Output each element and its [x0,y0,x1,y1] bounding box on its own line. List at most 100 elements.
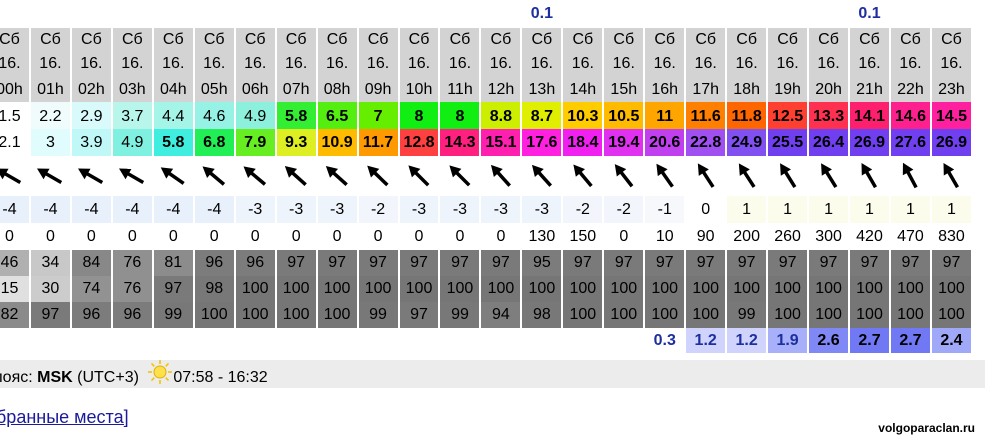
day-cell: Сб [358,28,398,52]
radiation-cell: 0 [168,227,178,245]
hour-cell: 06h [235,76,275,102]
date-cell: 16. [440,52,480,76]
wind-arrow-icon [37,168,63,185]
wind-direction-cell [31,156,70,196]
wind-direction-cell [113,156,152,196]
temperature-cell: 2.9 [71,102,111,129]
radiation-cell: 0 [414,227,424,245]
day-cell: Сб [235,28,275,52]
temperature-low-cell: 1 [809,196,849,223]
favorites-link[interactable]: бранные места] [0,407,129,428]
timezone-bar: пояс: MSK (UTC+3) 07:58 - 16:32 [0,360,985,388]
sun-icon [147,359,173,395]
radiation-cell: 0 [45,227,55,245]
cloud-low-cell: 84 [71,250,111,276]
temperature-low-cell: -3 [276,196,316,223]
cloud-mid-cell: 100 [931,276,971,302]
cloud-mid-cell: 76 [112,276,152,302]
cloud-mid-cell: 100 [686,276,726,302]
precip-cell [891,0,930,28]
wind-direction-cell [932,156,971,196]
sun-times: 07:58 - 16:32 [173,369,268,387]
date-cell: 16. [563,52,603,76]
wind-arrow-icon [861,163,878,189]
precip-cell [481,0,520,28]
temperature-low-row: -4 -4 -4 -4 -4 -4 -3 -3 -3 -2 -3 -3 -3 -3 -2 -2 -1 0 1 1 1 1 1… [0,196,971,223]
forecast-grid: 0.1 0.1 Сб Сб Сб Сб Сб Сб Сб Сб Сб Сб Сб Сб Сб Сб Сб Сб Сб… [0,0,973,353]
radiation-row: 0 0 0 0 0 0 0 0 0 0 0 0 0 130 150 0 10 90 200 260 300 420 470 8… [0,223,971,250]
cloud-low-cell: 97 [809,250,849,276]
date-row: 16. 16. 16. 16. 16. 16. 16. 16. 16. 16. 16. 16. 16. 1… [0,52,971,76]
wind-direction-cell [522,156,561,196]
rain-cell: 2.6 [809,328,849,353]
temperature-cell: 11 [645,102,685,129]
rain-cell [0,328,29,353]
wind-direction-cell [195,156,234,196]
cloud-low-cell: 96 [235,250,275,276]
hour-cell: 03h [112,76,152,102]
temperature-low-cell: -4 [194,196,234,223]
hour-cell: 10h [399,76,439,102]
temperature-cell: 4.4 [153,102,193,129]
date-cell: 16. [235,52,275,76]
wind-gust-cell: 6.8 [194,129,234,156]
cloud-mid-cell: 15 [0,276,29,302]
temperature-low-cell: -2 [563,196,603,223]
hour-cell: 13h [522,76,562,102]
radiation-cell: 0 [496,227,506,245]
temperature-cell: 14.6 [890,102,930,129]
cloud-mid-cell: 100 [890,276,930,302]
day-cell: Сб [727,28,767,52]
precip-cell: 0.1 [858,5,881,22]
cloud-mid-cell: 100 [727,276,767,302]
day-cell: Сб [604,28,644,52]
cloud-high-cell: 100 [604,302,644,328]
wind-gust-cell: 9.3 [276,129,316,156]
wind-arrow-icon [0,168,22,185]
day-cell: Сб [153,28,193,52]
wind-gust-cell: 26.4 [809,129,849,156]
radiation-cell: 0 [619,227,629,245]
cloud-mid-cell: 98 [194,276,234,302]
temperature-low-cell: -3 [522,196,562,223]
rain-cell [276,328,316,353]
wind-arrow-icon [903,162,919,189]
cloud-high-cell: 97 [30,302,70,328]
wind-arrow-icon [614,164,634,188]
date-cell: 16. [71,52,111,76]
day-cell: Сб [645,28,685,52]
wind-arrow-icon [573,164,593,188]
temperature-cell: 1.5 [0,102,29,129]
day-cell: Сб [317,28,357,52]
date-cell: 16. [890,52,930,76]
hour-cell: 17h [686,76,726,102]
cloud-high-cell: 100 [194,302,234,328]
date-cell: 16. [604,52,644,76]
radiation-cell: 0 [332,227,342,245]
cloud-high-cell: 82 [0,302,29,328]
date-cell: 16. [112,52,152,76]
cloud-low-cell: 95 [522,250,562,276]
radiation-cell: 130 [528,227,556,245]
wind-arrow-icon [325,165,348,186]
wind-direction-cell [0,156,29,196]
wind-gust-cell: 15.1 [481,129,521,156]
wind-arrow-icon [820,163,837,188]
temperature-low-cell: -4 [112,196,152,223]
cloud-mid-cell: 30 [30,276,70,302]
cloud-high-cell: 94 [481,302,521,328]
wind-direction-cell [72,156,111,196]
date-cell: 16. [727,52,767,76]
temperature-cell: 11.8 [727,102,767,129]
rain-cell: 1.9 [768,328,808,353]
wind-direction-cell [154,156,193,196]
radiation-cell: 260 [774,227,801,245]
precip-cell [72,0,111,28]
cloud-mid-cell: 100 [563,276,603,302]
wind-direction-cell [277,156,316,196]
radiation-cell: 470 [897,227,924,245]
rain-cell: 2.7 [890,328,930,353]
temperature-low-cell: -4 [71,196,111,223]
temperature-cell: 8 [440,102,480,129]
cloud-low-cell: 97 [440,250,480,276]
